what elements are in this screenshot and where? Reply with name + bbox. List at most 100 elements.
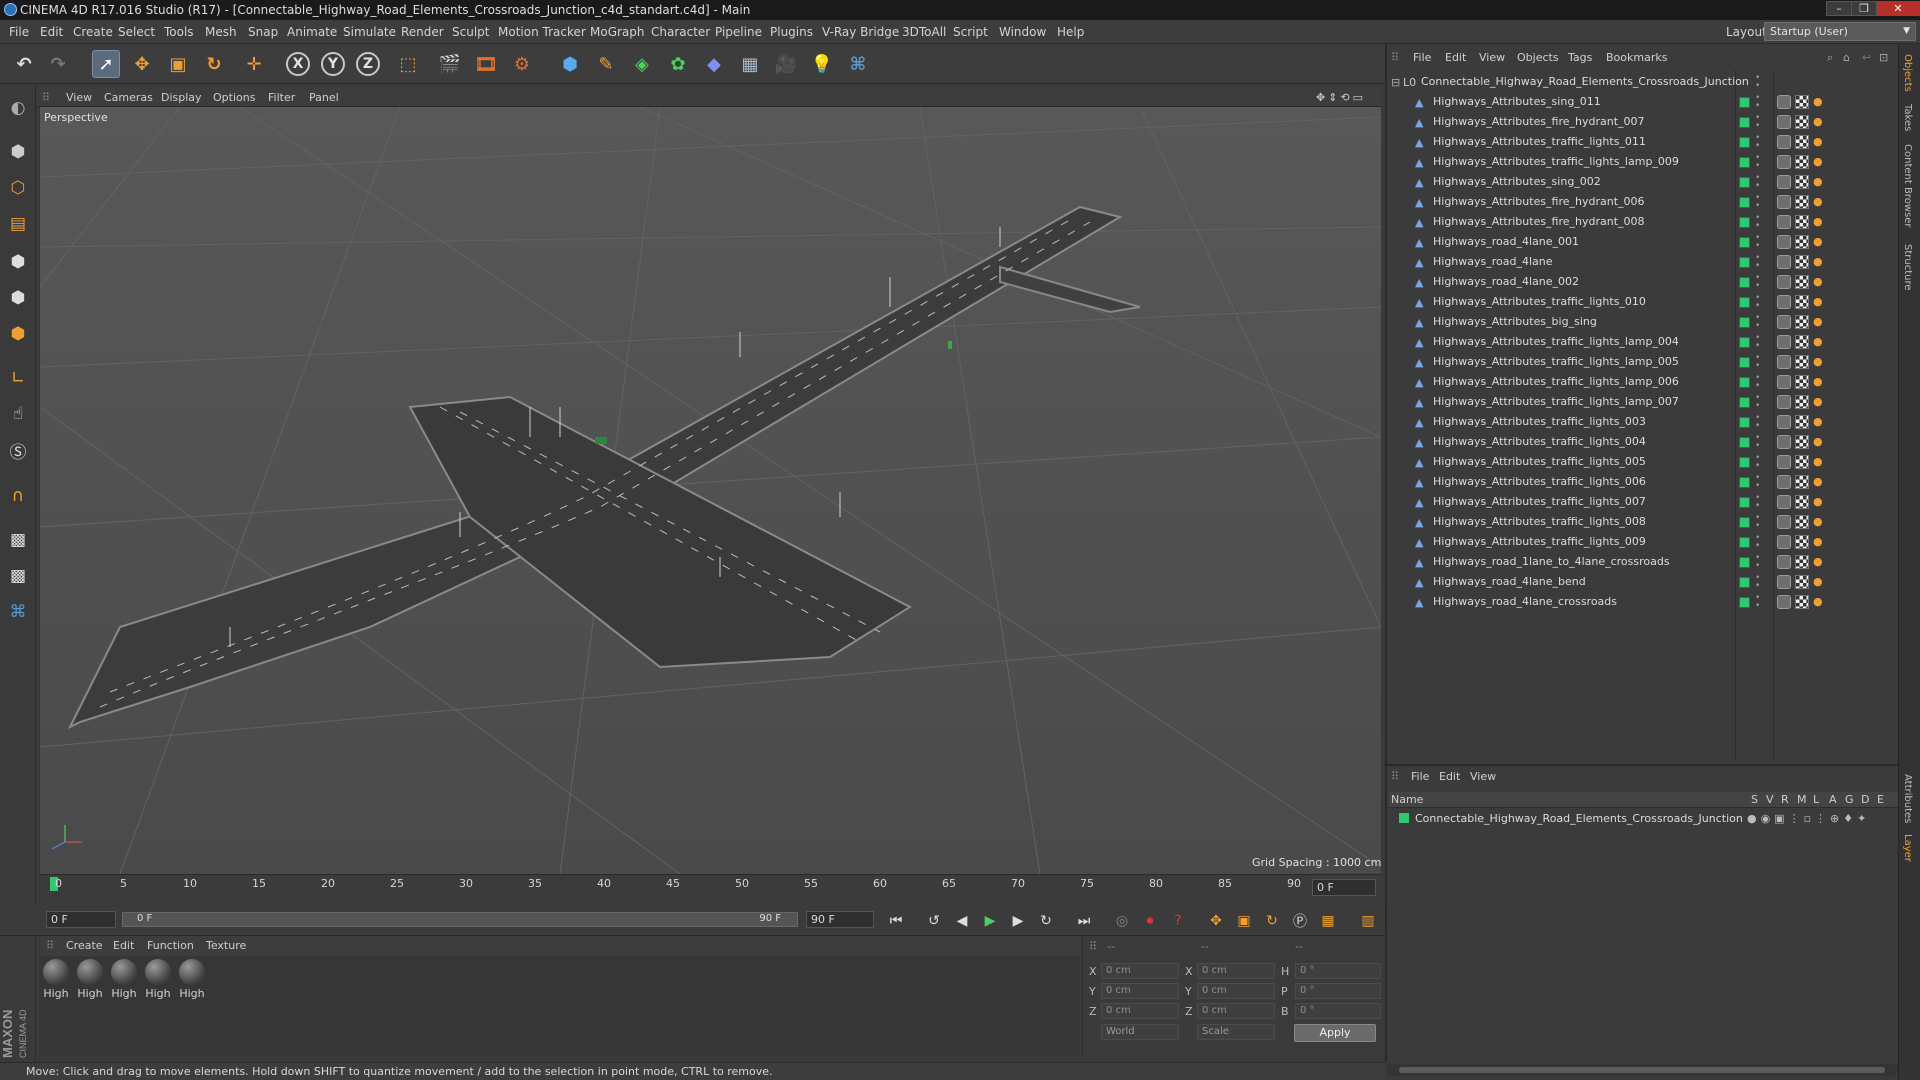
- phong-tag-icon[interactable]: ●: [1813, 375, 1827, 389]
- layer-color-icon[interactable]: [1739, 297, 1750, 308]
- texture-tag-icon[interactable]: [1795, 255, 1809, 269]
- rot-b-field[interactable]: 0 °: [1295, 1003, 1381, 1019]
- visibility-dots[interactable]: • •: [1755, 234, 1760, 251]
- layer-color-icon[interactable]: [1739, 337, 1750, 348]
- layer-color-icon[interactable]: [1739, 477, 1750, 488]
- size-y-field[interactable]: 0 cm: [1197, 983, 1275, 999]
- magnet-icon[interactable]: ∩: [4, 482, 32, 510]
- tab-content-browser[interactable]: Content Browser: [1902, 144, 1913, 227]
- cube-icon[interactable]: ⬢: [556, 50, 584, 78]
- object-row[interactable]: ▲ Highways_Attributes_traffic_lights_007 •…: [1387, 492, 1898, 512]
- phong-tag-icon[interactable]: ●: [1813, 115, 1827, 129]
- menu-3dtoall[interactable]: 3DToAll: [902, 25, 946, 39]
- object-row[interactable]: ▲ Highways_Attributes_traffic_lights_009 •…: [1387, 532, 1898, 552]
- layer-color-icon[interactable]: [1739, 537, 1750, 548]
- object-row[interactable]: ▲ Highways_Attributes_fire_hydrant_008 • • ●: [1387, 212, 1898, 232]
- end-frame-field[interactable]: 90 F: [806, 911, 874, 928]
- layer-color-icon[interactable]: [1739, 457, 1750, 468]
- layer-color-icon[interactable]: [1739, 357, 1750, 368]
- phong-tag-icon[interactable]: ●: [1813, 235, 1827, 249]
- phong-tag-icon[interactable]: ●: [1813, 355, 1827, 369]
- layer-horizontal-scrollbar[interactable]: [1387, 1064, 1898, 1076]
- texture-tag-icon[interactable]: [1795, 595, 1809, 609]
- deformer-icon[interactable]: ◆: [700, 50, 728, 78]
- texture-tag-icon[interactable]: [1795, 195, 1809, 209]
- texture-tag-icon[interactable]: [1795, 235, 1809, 249]
- layout-dropdown[interactable]: Startup (User) ▼: [1764, 22, 1916, 41]
- key-parameter-icon[interactable]: Ⓟ: [1288, 910, 1312, 932]
- material-tag-icon[interactable]: [1777, 455, 1791, 469]
- home-icon[interactable]: ⌂: [1843, 51, 1850, 64]
- edges-mode-icon[interactable]: ⬢: [4, 284, 32, 312]
- texture-tag-icon[interactable]: [1795, 495, 1809, 509]
- texture-tag-icon[interactable]: [1795, 295, 1809, 309]
- material-tag-icon[interactable]: [1777, 115, 1791, 129]
- object-row[interactable]: ▲ Highways_road_4lane_bend • • ●: [1387, 572, 1898, 592]
- visibility-dots[interactable]: • •: [1755, 514, 1760, 531]
- menu-window[interactable]: Window: [999, 25, 1046, 39]
- snap-icon[interactable]: Ⓢ: [4, 436, 32, 464]
- python-script-icon[interactable]: ⌘: [4, 598, 32, 626]
- previous-frame-icon[interactable]: ◀: [950, 910, 974, 932]
- camera-icon[interactable]: 🎥: [772, 50, 800, 78]
- perspective-viewport[interactable]: [40, 107, 1381, 874]
- phong-tag-icon[interactable]: ●: [1813, 175, 1827, 189]
- visibility-dots[interactable]: • •: [1755, 334, 1760, 351]
- object-row-root[interactable]: ⊟ L0 Connectable_Highway_Road_Elements_C…: [1387, 72, 1898, 92]
- make-editable-icon[interactable]: ◐: [4, 94, 32, 122]
- tab-objects[interactable]: Objects: [1902, 54, 1913, 92]
- material-tag-icon[interactable]: [1777, 395, 1791, 409]
- object-row[interactable]: ▲ Highways_road_4lane_001 • • ●: [1387, 232, 1898, 252]
- x-axis-lock-button[interactable]: X: [286, 52, 310, 76]
- material-tag-icon[interactable]: [1777, 195, 1791, 209]
- visibility-dots[interactable]: • •: [1755, 114, 1760, 131]
- visibility-dots[interactable]: • •: [1755, 394, 1760, 411]
- texture-tag-icon[interactable]: [1795, 375, 1809, 389]
- menu-mesh[interactable]: Mesh: [205, 25, 237, 39]
- object-row[interactable]: ▲ Highways_Attributes_traffic_lights_lamp…: [1387, 372, 1898, 392]
- material-tag-icon[interactable]: [1777, 475, 1791, 489]
- object-menu-tags[interactable]: Tags: [1568, 51, 1592, 64]
- object-row[interactable]: ▲ Highways_road_4lane_002 • • ●: [1387, 272, 1898, 292]
- material-tag-icon[interactable]: [1777, 415, 1791, 429]
- go-to-end-icon[interactable]: ⏭: [1072, 910, 1096, 932]
- object-menu-bookmarks[interactable]: Bookmarks: [1606, 51, 1667, 64]
- layer-color-icon[interactable]: [1739, 417, 1750, 428]
- object-row[interactable]: ▲ Highways_road_1lane_to_4lane_crossroads…: [1387, 552, 1898, 572]
- material-tag-icon[interactable]: [1777, 175, 1791, 189]
- viewport-nav-icons[interactable]: ✥⇕⟲▭: [1316, 91, 1366, 104]
- visibility-dots[interactable]: • •: [1755, 314, 1760, 331]
- visibility-dots[interactable]: • •: [1755, 354, 1760, 371]
- recent-tool-icon[interactable]: ✛: [240, 50, 268, 78]
- material-tag-icon[interactable]: [1777, 275, 1791, 289]
- rot-p-field[interactable]: 0 °: [1295, 983, 1381, 999]
- texture-tag-icon[interactable]: [1795, 435, 1809, 449]
- material-swatch[interactable]: High: [177, 959, 207, 1000]
- phong-tag-icon[interactable]: ●: [1813, 215, 1827, 229]
- layer-color-icon[interactable]: [1739, 117, 1750, 128]
- model-mode-icon[interactable]: ⬢: [4, 138, 32, 166]
- layer-row[interactable]: Connectable_Highway_Road_Elements_Crossr…: [1389, 810, 1898, 828]
- material-tag-icon[interactable]: [1777, 135, 1791, 149]
- texture-mode-icon[interactable]: ⬡: [4, 174, 32, 202]
- z-axis-lock-button[interactable]: Z: [356, 52, 380, 76]
- key-scale-icon[interactable]: ▣: [1232, 910, 1256, 932]
- texture-tag-icon[interactable]: [1795, 335, 1809, 349]
- phong-tag-icon[interactable]: ●: [1813, 335, 1827, 349]
- viewport-menu-view[interactable]: View: [66, 91, 92, 104]
- close-button[interactable]: ✕: [1876, 1, 1920, 16]
- live-selection-icon[interactable]: ➚: [92, 50, 120, 78]
- scrollbar-thumb[interactable]: [1399, 1067, 1885, 1073]
- key-rotation-icon[interactable]: ↻: [1260, 910, 1284, 932]
- phong-tag-icon[interactable]: ●: [1813, 275, 1827, 289]
- visibility-dots[interactable]: • •: [1755, 414, 1760, 431]
- mograph-cloner-icon[interactable]: ✿: [664, 50, 692, 78]
- layer-menu-edit[interactable]: Edit: [1439, 770, 1460, 783]
- visibility-dots[interactable]: • •: [1755, 374, 1760, 391]
- material-swatch[interactable]: High: [109, 959, 139, 1000]
- phong-tag-icon[interactable]: ●: [1813, 495, 1827, 509]
- record-keys-icon[interactable]: ◎: [1110, 910, 1134, 932]
- layer-color-icon[interactable]: [1739, 277, 1750, 288]
- rot-h-field[interactable]: 0 °: [1295, 963, 1381, 979]
- layer-menu-file[interactable]: File: [1411, 770, 1429, 783]
